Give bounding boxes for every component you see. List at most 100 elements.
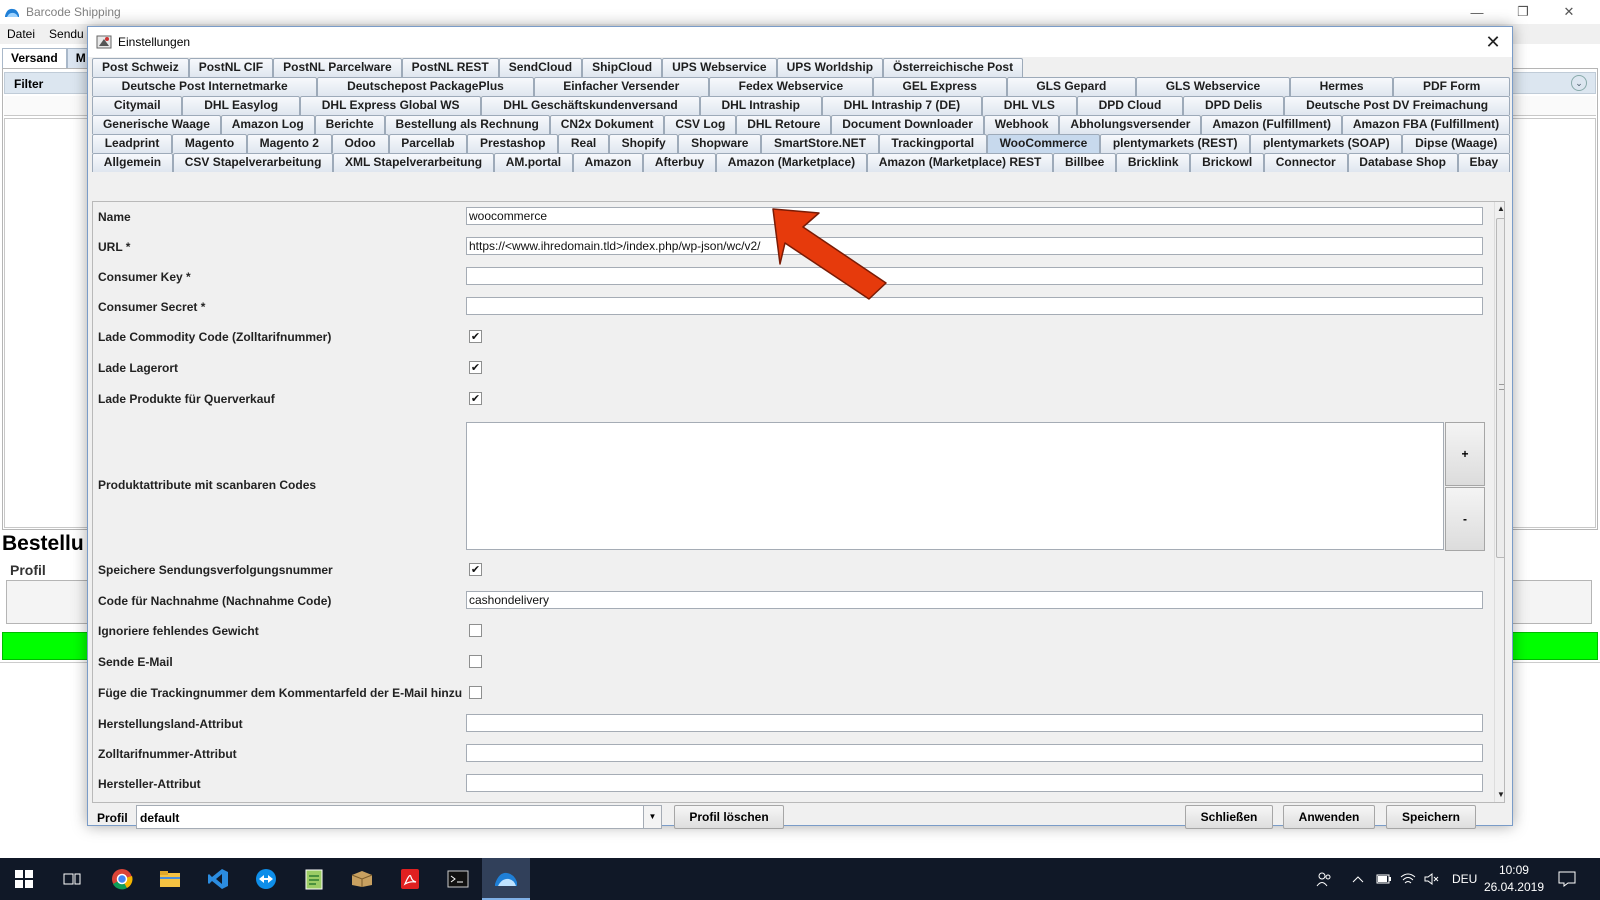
produktattribute-list[interactable] [466,422,1444,550]
menu-datei[interactable]: Datei [0,27,42,41]
scroll-down-icon[interactable]: ▼ [1495,788,1504,802]
tab-amazon-marketplace-rest[interactable]: Amazon (Marketplace) REST [866,153,1054,172]
volume-muted-icon[interactable] [1424,858,1440,900]
commodity-checkbox[interactable]: ✔ [469,330,482,343]
tab-plentymarkets-soap[interactable]: plentymarkets (SOAP) [1250,134,1403,153]
tab-berichte[interactable]: Berichte [314,115,385,134]
add-attribute-button[interactable]: + [1445,422,1485,486]
package-icon[interactable] [338,858,386,900]
tab-postnl-rest[interactable]: PostNL REST [401,58,499,77]
tab-database-shop[interactable]: Database Shop [1347,153,1458,172]
remove-attribute-button[interactable]: - [1445,487,1485,551]
tab-shipcloud[interactable]: ShipCloud [582,58,663,77]
minimize-button[interactable]: — [1454,0,1500,24]
scroll-thumb[interactable] [1496,218,1504,558]
tab-dhl-geschäftskundenversand[interactable]: DHL Geschäftskundenversand [481,96,700,115]
url-field[interactable]: https://<www.ihredomain.tld>/index.php/w… [466,237,1483,255]
teamviewer-icon[interactable] [242,858,290,900]
nachnahme-field[interactable]: cashondelivery [466,591,1483,609]
tab-sendcloud[interactable]: SendCloud [498,58,583,77]
chevron-down-icon[interactable]: ▼ [643,806,661,828]
chrome-icon[interactable] [98,858,146,900]
tab-csv-stapelverarbeitung[interactable]: CSV Stapelverarbeitung [172,153,334,172]
tab-abholungsversender[interactable]: Abholungsversender [1059,115,1202,134]
menu-sendungen[interactable]: Sendu [42,27,91,41]
tab-fedex-webservice[interactable]: Fedex Webservice [708,77,873,96]
tab-amazon-log[interactable]: Amazon Log [220,115,315,134]
apply-button[interactable]: Anwenden [1283,805,1375,829]
profil-select[interactable]: default ▼ [136,805,662,829]
delete-profile-button[interactable]: Profil löschen [674,805,784,829]
tab-deutsche-post-internetmarke[interactable]: Deutsche Post Internetmarke [92,77,318,96]
tab-afterbuy[interactable]: Afterbuy [643,153,716,172]
battery-icon[interactable] [1376,858,1392,900]
tab-dpd-cloud[interactable]: DPD Cloud [1076,96,1184,115]
notepad-plus-icon[interactable] [290,858,338,900]
tab-leadprint[interactable]: Leadprint [92,134,173,153]
tab-shopware[interactable]: Shopware [678,134,762,153]
sendungsverfolgung-checkbox[interactable]: ✔ [469,563,482,576]
save-button[interactable]: Speichern [1386,805,1476,829]
tab-dhl-vls[interactable]: DHL VLS [981,96,1077,115]
tab-gls-webservice[interactable]: GLS Webservice [1136,77,1290,96]
barcode-shipping-icon[interactable] [482,858,530,900]
zolltarif-field[interactable] [466,744,1483,762]
tab-gls-gepard[interactable]: GLS Gepard [1006,77,1137,96]
vscode-icon[interactable] [194,858,242,900]
tab-gel-express[interactable]: GEL Express [872,77,1007,96]
email-checkbox[interactable] [469,655,482,668]
consumer-key-field[interactable] [466,267,1483,285]
terminal-icon[interactable] [434,858,482,900]
language-indicator[interactable]: DEU [1452,858,1477,900]
tab-österreichische-post[interactable]: Österreichische Post [883,58,1024,77]
notification-icon[interactable] [1558,858,1576,900]
tab-pdf-form[interactable]: PDF Form [1393,77,1510,96]
tab-plentymarkets-rest[interactable]: plentymarkets (REST) [1100,134,1251,153]
tab-ups-webservice[interactable]: UPS Webservice [662,58,777,77]
tab-dhl-retoure[interactable]: DHL Retoure [736,115,832,134]
tab-shopify[interactable]: Shopify [608,134,679,153]
tab-smartstore-net[interactable]: SmartStore.NET [761,134,879,153]
tab-csv-log[interactable]: CSV Log [664,115,737,134]
close-button[interactable]: Schließen [1185,805,1273,829]
tab-deutschepost-packageplus[interactable]: Deutschepost PackagePlus [317,77,534,96]
tab-dhl-intraship-7-de[interactable]: DHL Intraship 7 (DE) [821,96,982,115]
tab-parcellab[interactable]: Parcellab [388,134,468,153]
acrobat-icon[interactable] [386,858,434,900]
tab-bricklink[interactable]: Bricklink [1116,153,1191,172]
tab-amazon-marketplace[interactable]: Amazon (Marketplace) [715,153,867,172]
windows-start-icon[interactable] [0,858,48,900]
tab-connector[interactable]: Connector [1263,153,1348,172]
tab-ebay[interactable]: Ebay [1457,153,1511,172]
tab-real[interactable]: Real [558,134,609,153]
close-app-button[interactable]: ✕ [1546,0,1592,24]
tab-dhl-easylog[interactable]: DHL Easylog [182,96,300,115]
herstellungsland-field[interactable] [466,714,1483,732]
lagerort-checkbox[interactable]: ✔ [469,361,482,374]
tab-generische-waage[interactable]: Generische Waage [92,115,221,134]
tracking-kommentar-checkbox[interactable] [469,686,482,699]
tab-dipse-waage[interactable]: Dipse (Waage) [1402,134,1511,153]
querverkauf-checkbox[interactable]: ✔ [469,392,482,405]
tab-dhl-express-global-ws[interactable]: DHL Express Global WS [299,96,482,115]
tab-magento-2[interactable]: Magento 2 [246,134,332,153]
close-icon[interactable]: ✕ [1480,29,1506,55]
name-field[interactable]: woocommerce [466,207,1483,225]
tab-amazon-fulfillment[interactable]: Amazon (Fulfillment) [1201,115,1342,134]
vertical-scrollbar[interactable]: ▲ ▼ [1494,202,1504,802]
file-explorer-icon[interactable] [146,858,194,900]
tab-citymail[interactable]: Citymail [92,96,183,115]
tab-dhl-intraship[interactable]: DHL Intraship [699,96,822,115]
tab-einfacher-versender[interactable]: Einfacher Versender [533,77,709,96]
tab-amazon[interactable]: Amazon [572,153,644,172]
tab-brickowl[interactable]: Brickowl [1190,153,1264,172]
wifi-icon[interactable] [1400,858,1416,900]
tab-postnl-cif[interactable]: PostNL CIF [188,58,274,77]
tab-magento[interactable]: Magento [172,134,247,153]
people-icon[interactable] [1316,858,1332,900]
scroll-up-icon[interactable]: ▲ [1495,202,1504,216]
tab-xml-stapelverarbeitung[interactable]: XML Stapelverarbeitung [333,153,494,172]
tab-deutsche-post-dv-freimachung[interactable]: Deutsche Post DV Freimachung [1284,96,1510,115]
gewicht-checkbox[interactable] [469,624,482,637]
system-clock[interactable]: 10:09 26.04.2019 [1484,862,1544,896]
